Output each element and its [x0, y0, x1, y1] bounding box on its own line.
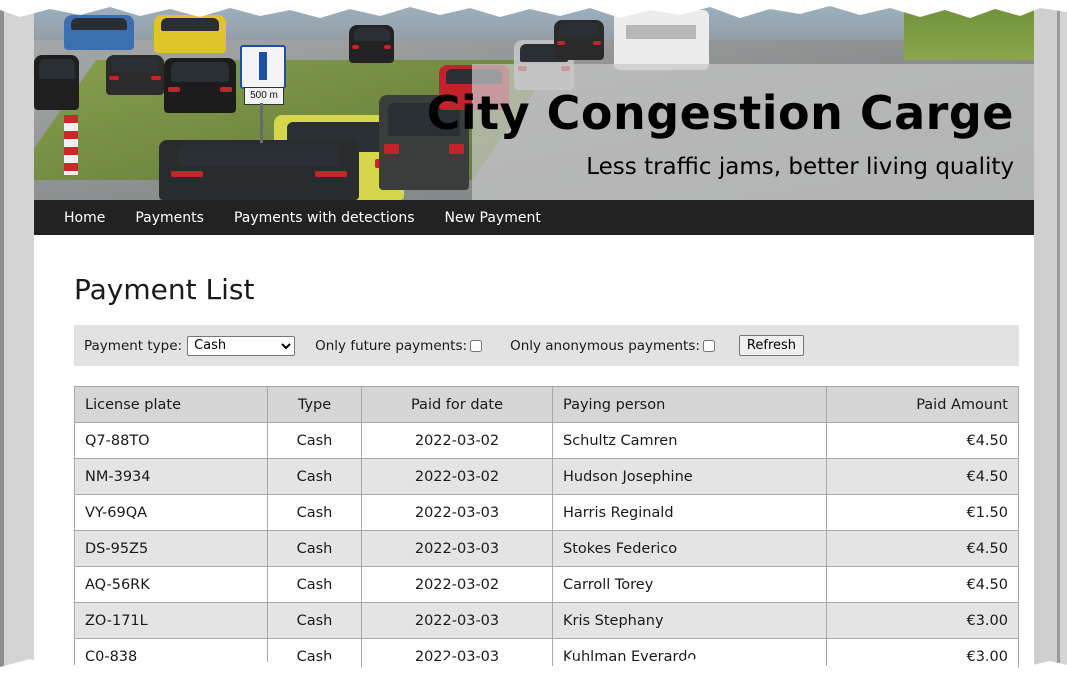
column-header-paid-amount: Paid Amount: [826, 386, 1019, 423]
cell-license-plate: DS-95Z5: [74, 530, 268, 567]
cell-type: Cash: [267, 494, 362, 531]
cell-paying-person: Harris Reginald: [552, 494, 827, 531]
cell-type: Cash: [267, 458, 362, 495]
table-row: DS-95Z5 Cash 2022-03-03 Stokes Federico …: [74, 530, 1019, 567]
cell-license-plate: VY-69QA: [74, 494, 268, 531]
cell-paying-person: Hudson Josephine: [552, 458, 827, 495]
site-title: City Congestion Carge: [426, 86, 1014, 140]
cell-paid-for-date: 2022-03-03: [361, 530, 553, 567]
cell-paid-amount: €4.50: [826, 566, 1019, 603]
cell-paying-person: Stokes Federico: [552, 530, 827, 567]
cell-paid-amount: €4.50: [826, 530, 1019, 567]
frame-left-edge: [0, 0, 4, 693]
column-header-type: Type: [267, 386, 362, 423]
cell-paying-person: Carroll Torey: [552, 566, 827, 603]
cell-license-plate: ZO-171L: [74, 602, 268, 639]
nav-payments-with-detections[interactable]: Payments with detections: [234, 210, 415, 226]
banner-car: [159, 140, 359, 200]
nav-payments[interactable]: Payments: [135, 210, 204, 226]
filter-bar: Payment type: Cash Only future payments:…: [74, 325, 1019, 366]
cell-type: Cash: [267, 530, 362, 567]
banner-car: [106, 55, 164, 95]
frame-right-edge: [1034, 0, 1060, 693]
anonymous-payments-checkbox[interactable]: [702, 339, 715, 352]
anonymous-payments-label: Only anonymous payments:: [510, 337, 700, 354]
cell-type: Cash: [267, 566, 362, 603]
page-title: Payment List: [74, 273, 255, 306]
sign-pole: [260, 103, 263, 143]
cell-type: Cash: [267, 602, 362, 639]
cell-paying-person: Schultz Camren: [552, 422, 827, 459]
nav-home[interactable]: Home: [64, 210, 105, 226]
header-banner: 500 m City Congestion Carge Less traffic…: [34, 0, 1034, 200]
cell-paid-amount: €1.50: [826, 494, 1019, 531]
banner-car: [349, 25, 394, 63]
cell-type: Cash: [267, 422, 362, 459]
cell-paid-for-date: 2022-03-02: [361, 458, 553, 495]
torn-bottom-edge: [0, 658, 1067, 693]
payment-type-select[interactable]: Cash: [187, 335, 296, 356]
table-row: ZO-171L Cash 2022-03-03 Kris Stephany €3…: [74, 602, 1019, 639]
site-subtitle: Less traffic jams, better living quality: [586, 154, 1014, 180]
torn-top-edge: [0, 0, 1067, 18]
future-payments-label: Only future payments:: [315, 337, 468, 354]
banner-car: [164, 58, 236, 113]
main-nav: Home Payments Payments with detections N…: [34, 200, 1034, 235]
cell-paid-amount: €4.50: [826, 422, 1019, 459]
cell-paid-for-date: 2022-03-03: [361, 494, 553, 531]
cell-paid-for-date: 2022-03-03: [361, 602, 553, 639]
cell-paid-amount: €4.50: [826, 458, 1019, 495]
table-row: AQ-56RK Cash 2022-03-02 Carroll Torey €4…: [74, 566, 1019, 603]
cell-paid-amount: €3.00: [826, 602, 1019, 639]
cell-paid-for-date: 2022-03-02: [361, 422, 553, 459]
table-header-row: License plate Type Paid for date Paying …: [74, 386, 1019, 423]
sign-distance: 500 m: [244, 87, 284, 105]
column-header-paid-for-date: Paid for date: [361, 386, 553, 423]
cell-license-plate: Q7-88TO: [74, 422, 268, 459]
payments-table: License plate Type Paid for date Paying …: [74, 386, 1019, 675]
banner-car: [34, 55, 79, 110]
refresh-button[interactable]: Refresh: [738, 335, 805, 356]
payment-type-label: Payment type:: [84, 337, 183, 354]
future-payments-checkbox[interactable]: [470, 339, 483, 352]
table-row: NM-3934 Cash 2022-03-02 Hudson Josephine…: [74, 458, 1019, 495]
lane-sign-icon: [240, 45, 286, 89]
column-header-license-plate: License plate: [74, 386, 268, 423]
cell-license-plate: AQ-56RK: [74, 566, 268, 603]
cell-license-plate: NM-3934: [74, 458, 268, 495]
banner-barrier: [64, 115, 78, 175]
page: 500 m City Congestion Carge Less traffic…: [34, 0, 1034, 693]
cell-paying-person: Kris Stephany: [552, 602, 827, 639]
cell-paid-for-date: 2022-03-02: [361, 566, 553, 603]
table-row: Q7-88TO Cash 2022-03-02 Schultz Camren €…: [74, 422, 1019, 459]
column-header-paying-person: Paying person: [552, 386, 827, 423]
table-row: VY-69QA Cash 2022-03-03 Harris Reginald …: [74, 494, 1019, 531]
nav-new-payment[interactable]: New Payment: [445, 210, 541, 226]
